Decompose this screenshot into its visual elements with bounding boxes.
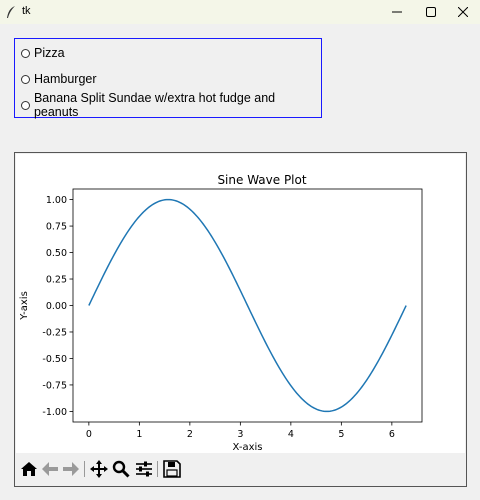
y-tick-label: 1.00	[46, 195, 67, 206]
forward-button[interactable]	[61, 459, 81, 479]
radio-label: Banana Split Sundae w/extra hot fudge an…	[33, 91, 276, 119]
back-icon	[42, 462, 58, 476]
zoom-icon	[112, 460, 130, 478]
maximize-button[interactable]	[414, 0, 448, 24]
y-ticks: -1.00 -0.75 -0.50 -0.25 0.00 0.25 0.50 0.75 1.00	[42, 195, 73, 418]
home-button[interactable]	[19, 459, 39, 479]
window-title: tk	[22, 5, 31, 17]
sine-chart: Sine Wave Plot -1.00 -0.75 -0.50 -0.25 0.00 0…	[19, 173, 423, 453]
radio-label: Pizza	[34, 46, 65, 60]
y-axis-label: Y-axis	[19, 291, 30, 321]
maximize-icon	[426, 7, 436, 17]
radio-label: Hamburger	[34, 72, 97, 86]
title-bar: tk	[0, 0, 480, 24]
radio-option-pizza[interactable]: Pizza	[21, 44, 65, 62]
radio-button[interactable]	[21, 48, 30, 58]
configure-subplots-icon	[136, 461, 152, 477]
y-tick-label: -0.75	[42, 380, 67, 391]
close-icon	[458, 7, 468, 17]
y-tick-label: -1.00	[42, 407, 67, 418]
pan-icon	[90, 460, 108, 478]
navigation-toolbar	[16, 453, 465, 485]
chart-title: Sine Wave Plot	[217, 173, 306, 187]
radio-button[interactable]	[21, 100, 30, 110]
matplotlib-figure: Sine Wave Plot -1.00 -0.75 -0.50 -0.25 0.00 0…	[16, 154, 465, 453]
minimize-button[interactable]	[380, 0, 414, 24]
x-tick-label: 6	[389, 429, 395, 440]
zoom-button[interactable]	[111, 459, 131, 479]
x-tick-label: 1	[136, 429, 142, 440]
x-tick-label: 3	[237, 429, 243, 440]
x-axis-label: X-axis	[233, 442, 263, 453]
toolbar-separator	[157, 461, 158, 477]
save-button[interactable]	[162, 459, 182, 479]
y-tick-label: 0.75	[46, 222, 67, 233]
radio-option-banana-split[interactable]: Banana Split Sundae w/extra hot fudge an…	[21, 91, 321, 119]
save-icon	[163, 460, 181, 478]
configure-subplots-button[interactable]	[134, 459, 154, 479]
plot-frame: Sine Wave Plot -1.00 -0.75 -0.50 -0.25 0.00 0…	[14, 152, 467, 487]
x-tick-label: 5	[338, 429, 344, 440]
x-tick-label: 4	[288, 429, 294, 440]
forward-icon	[63, 462, 79, 476]
y-tick-label: 0.00	[46, 301, 67, 312]
feather-icon	[7, 6, 15, 18]
toolbar-separator	[84, 461, 85, 477]
minimize-icon	[392, 11, 402, 13]
radio-option-hamburger[interactable]: Hamburger	[21, 70, 97, 88]
radio-button[interactable]	[21, 74, 30, 84]
y-tick-label: 0.25	[46, 275, 67, 286]
x-ticks: 0 1 2 3 4 5 6	[86, 422, 395, 440]
x-tick-label: 2	[187, 429, 193, 440]
y-tick-label: 0.50	[46, 248, 67, 259]
pan-button[interactable]	[89, 459, 109, 479]
x-tick-label: 0	[86, 429, 92, 440]
food-radio-group: Pizza Hamburger Banana Split Sundae w/ex…	[14, 38, 322, 119]
back-button[interactable]	[40, 459, 60, 479]
close-button[interactable]	[446, 0, 480, 24]
y-tick-label: -0.50	[42, 354, 67, 365]
y-tick-label: -0.25	[42, 327, 67, 338]
home-icon	[21, 462, 37, 476]
